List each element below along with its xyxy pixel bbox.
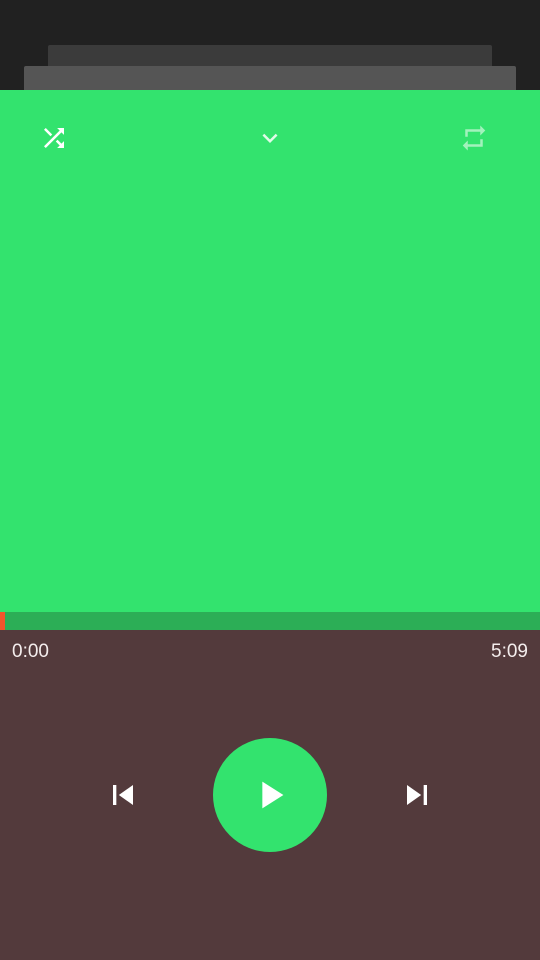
skip-previous-icon bbox=[113, 785, 133, 805]
repeat-button[interactable] bbox=[450, 114, 498, 162]
previous-button[interactable] bbox=[99, 771, 147, 819]
elapsed-time: 0:00 bbox=[12, 641, 49, 662]
seek-bar-progress bbox=[0, 612, 6, 630]
playback-controls: 0:00 5:09 bbox=[0, 630, 540, 960]
total-duration: 5:09 bbox=[491, 641, 528, 662]
queue-background bbox=[0, 0, 540, 90]
play-button[interactable] bbox=[213, 738, 327, 852]
seek-bar[interactable] bbox=[0, 612, 540, 630]
repeat-icon bbox=[462, 125, 486, 151]
chevron-down-icon bbox=[262, 133, 278, 143]
collapse-button[interactable] bbox=[246, 114, 294, 162]
shuffle-icon bbox=[44, 128, 64, 148]
album-artwork bbox=[0, 90, 540, 612]
queue-card-front[interactable] bbox=[24, 66, 516, 90]
skip-next-icon bbox=[407, 785, 427, 805]
shuffle-button[interactable] bbox=[30, 114, 78, 162]
now-playing-screen: 0:00 5:09 bbox=[0, 0, 540, 960]
play-icon bbox=[262, 781, 284, 809]
next-button[interactable] bbox=[393, 771, 441, 819]
